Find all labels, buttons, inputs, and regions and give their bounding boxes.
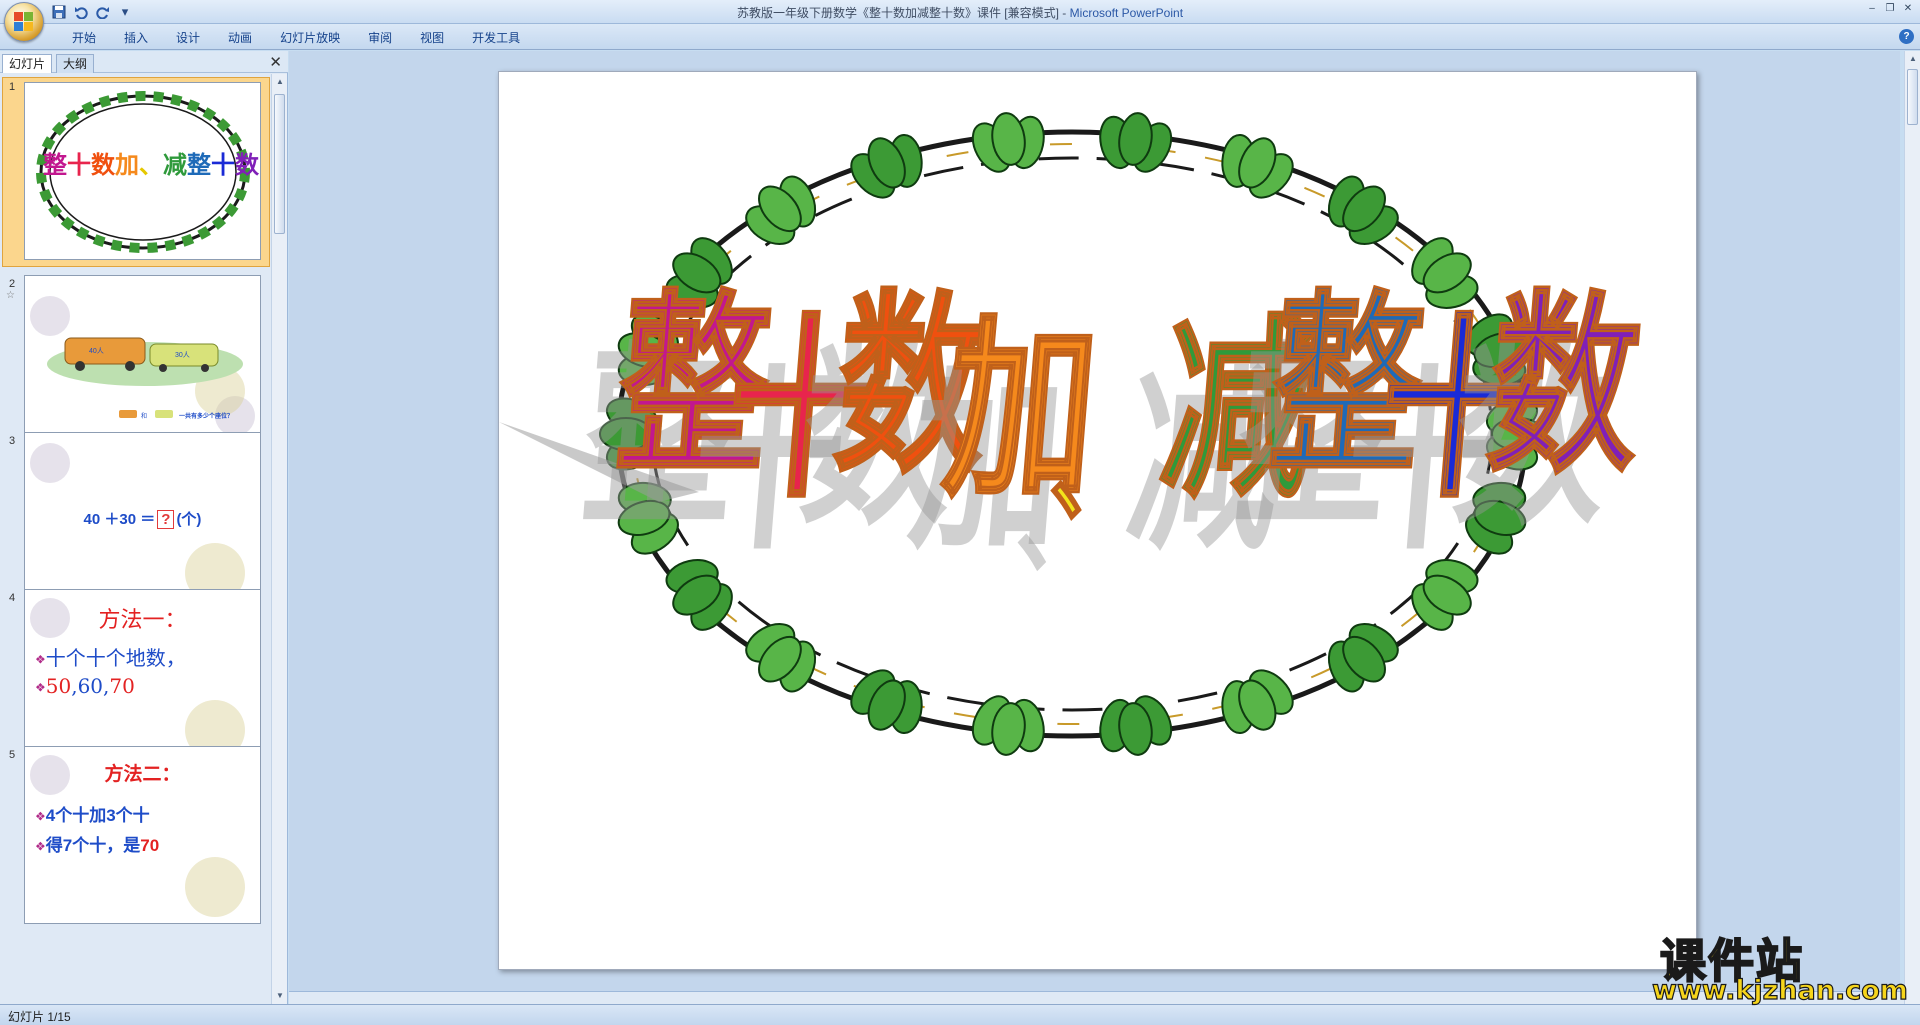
bus-label: 30人 [175,352,190,359]
status-bar: 幻灯片 1/15 [0,1004,1920,1025]
office-button[interactable] [4,2,44,42]
tab-developer[interactable]: 开发工具 [458,29,534,47]
thumbnail-line: ❖十个十个地数， [35,646,186,670]
leaf [971,695,1045,756]
panel-scrollbar[interactable]: ▲ ▼ [271,74,287,1004]
minimize-button[interactable]: ‒ [1864,2,1880,16]
bus-label: 40人 [89,348,104,355]
thumbnail-title: 方法一： [98,608,187,633]
thumbnail-caption: 一共有多少个座位？ [179,414,234,420]
site-watermark: 课件站 www.kjzhan.com [1651,925,1908,1007]
thumbnail-slide-2[interactable]: 40人 30人 和 一共有多少个座位？ [24,275,261,453]
scrollbar-thumb[interactable] [1907,69,1918,125]
thumbnail-number: 2 [9,278,16,290]
leaf [1099,112,1173,173]
title-character: 数 [1480,273,1651,501]
scroll-down-icon[interactable]: ▼ [272,988,288,1004]
current-slide[interactable]: 整十数加、减整十数 [498,71,1697,970]
leaf [665,559,733,631]
slide-editor: 整十数加、减整十数 [289,51,1900,991]
window-controls: ‒ ❐ ✕ [1864,2,1916,16]
help-icon[interactable]: ? [1899,29,1914,44]
scroll-up-icon[interactable]: ▲ [272,74,288,90]
tab-review[interactable]: 审阅 [354,29,406,47]
slide-counter: 幻灯片 1/15 [8,1010,71,1024]
watermark-url: www.kjzhan.com [1651,974,1908,1006]
tab-slideshow[interactable]: 幻灯片放映 [266,29,354,47]
thumbnail-line: ❖得7个十，是70 [35,836,160,855]
thumbnail-number: 5 [9,749,16,761]
thumbnail-list: 1 整 十 数 加 、 减 整 十 数 2 ☆ 40人 30人 和 一共有多少个… [0,74,272,1004]
office-logo-icon [14,12,34,32]
tab-slides[interactable]: 幻灯片 [2,54,53,73]
tab-animation[interactable]: 动画 [214,29,266,47]
scrollbar-thumb[interactable] [274,94,285,234]
ribbon-tab-bar: 开始 插入 设计 动画 幻灯片放映 审阅 视图 开发工具 ? [0,24,1920,50]
thumbnail-slide-4[interactable]: 方法一： ❖十个十个地数， ❖50,60,70 [24,589,261,767]
thumbnail-title: 整 十 数 加 、 减 整 十 数 [43,152,259,179]
tab-design[interactable]: 设计 [162,29,214,47]
thumbnail-number: 3 [9,435,16,447]
leaf [1099,695,1173,756]
thumbnail-number: 1 [9,81,16,93]
slide-title: 整十数加、减整十数 [609,273,1651,554]
leaf [850,133,923,199]
leaf [1411,559,1479,631]
panel-tabs: 幻灯片 大纲 ✕ [0,51,288,73]
scroll-up-icon[interactable]: ▲ [1905,51,1920,67]
tab-view[interactable]: 视图 [406,29,458,47]
tab-home[interactable]: 开始 [58,29,110,47]
animation-star-icon: ☆ [6,290,15,301]
thumbnail-number: 4 [9,592,16,604]
thumbnail-line: ❖4个十加3个十 [35,806,150,825]
title-bar: ▾ 苏教版一年级下册数学《整十数加减整十数》课件 [兼容模式] - Micros… [0,0,1920,42]
editor-scrollbar[interactable]: ▲ [1904,51,1920,1004]
leaf [971,112,1045,173]
tab-outline[interactable]: 大纲 [56,54,95,73]
title-character: 、 [1044,401,1147,540]
tab-insert[interactable]: 插入 [110,29,162,47]
close-button[interactable]: ✕ [1900,2,1916,16]
close-icon[interactable]: ✕ [269,53,282,71]
plus-label: 和 [141,414,148,420]
restore-button[interactable]: ❐ [1882,2,1898,16]
equation: 40 ＋30 ＝? (个) [83,510,202,529]
bus-illustration [47,337,243,418]
thumbnail-slide-1[interactable]: 整 十 数 加 、 减 整 十 数 [24,82,261,260]
slides-panel: 幻灯片 大纲 ✕ 1 整 十 数 加 、 减 整 十 数 2 ☆ 40人 30人… [0,51,288,1004]
window-title: 苏教版一年级下册数学《整十数加减整十数》课件 [兼容模式] - Microsof… [736,6,1184,20]
thumbnail-slide-3[interactable]: 40 ＋30 ＝? (个) [24,432,261,610]
thumbnail-title: 方法二： [104,763,181,785]
thumbnail-slide-5[interactable]: 方法二： ❖4个十加3个十 ❖得7个十，是70 [24,746,261,924]
thumbnail-line: ❖50,60,70 [35,674,135,698]
